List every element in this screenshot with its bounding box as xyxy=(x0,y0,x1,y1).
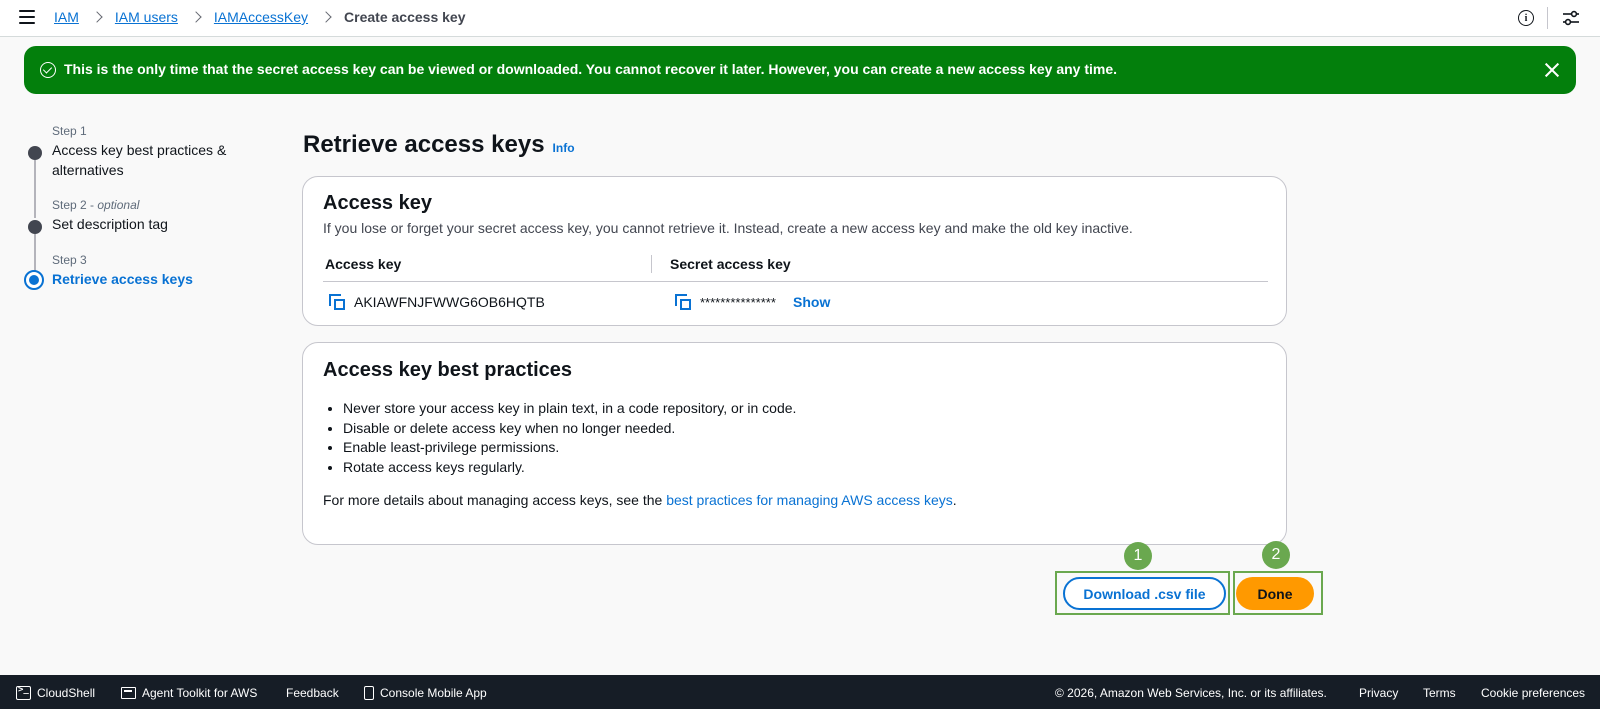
step-connector xyxy=(34,234,36,272)
step-connector xyxy=(34,160,36,218)
close-icon[interactable] xyxy=(1544,62,1560,78)
footer-period: . xyxy=(952,492,957,508)
terms-link[interactable]: Terms xyxy=(1423,686,1456,700)
step-number: Step 1 xyxy=(52,124,87,138)
chevron-right-icon xyxy=(322,11,330,23)
agent-toolkit-button[interactable]: Agent Toolkit for AWS xyxy=(121,686,257,700)
secret-key-masked: *************** xyxy=(700,295,776,310)
page-title: Retrieve access keys Info xyxy=(303,131,575,159)
best-practices-link[interactable]: best practices for managing AWS access k… xyxy=(666,492,953,508)
card-title: Access key xyxy=(323,192,432,214)
step-title: Retrieve access keys xyxy=(52,271,193,287)
page-title-text: Retrieve access keys xyxy=(303,131,545,158)
breadcrumb-user[interactable]: IAMAccessKey xyxy=(214,9,308,25)
show-secret-link[interactable]: Show xyxy=(793,294,830,310)
agent-toolkit-label: Agent Toolkit for AWS xyxy=(142,686,258,700)
list-item: Never store your access key in plain tex… xyxy=(343,399,796,419)
copyright-text: © 2026, Amazon Web Services, Inc. or its… xyxy=(1055,686,1327,700)
console-footer: CloudShell Agent Toolkit for AWS Feedbac… xyxy=(0,675,1600,709)
window-icon xyxy=(121,687,136,699)
best-practices-card: Access key best practices Never store yo… xyxy=(302,342,1287,545)
step-indicator xyxy=(28,220,42,234)
column-header-secret-key: Secret access key xyxy=(670,256,791,272)
step-active-indicator xyxy=(24,270,44,290)
access-key-card: Access key If you lose or forget your se… xyxy=(302,176,1287,326)
breadcrumb-iam[interactable]: IAM xyxy=(54,9,79,25)
header-rule xyxy=(323,281,1268,282)
cloudshell-label: CloudShell xyxy=(37,686,96,700)
top-nav-bar: IAM IAM users IAMAccessKey Create access… xyxy=(0,0,1600,37)
info-link[interactable]: Info xyxy=(553,141,575,155)
card-title: Access key best practices xyxy=(323,359,573,381)
menu-icon[interactable] xyxy=(19,10,35,24)
column-header-access-key: Access key xyxy=(325,256,402,272)
step-number: Step 3 xyxy=(52,253,87,267)
best-practices-list: Never store your access key in plain tex… xyxy=(343,399,796,477)
step-title: Set description tag xyxy=(52,216,168,232)
done-button[interactable]: Done xyxy=(1236,577,1314,610)
chevron-right-icon xyxy=(192,11,200,23)
settings-sliders-icon[interactable] xyxy=(1562,10,1580,26)
privacy-link[interactable]: Privacy xyxy=(1359,686,1398,700)
info-icon[interactable]: i xyxy=(1518,10,1534,26)
copy-secret-key-icon[interactable] xyxy=(675,294,691,310)
list-item: Rotate access keys regularly. xyxy=(343,458,796,478)
chevron-right-icon xyxy=(93,11,101,23)
annotation-badge-1: 1 xyxy=(1124,542,1152,570)
step-indicator xyxy=(28,146,42,160)
list-item: Enable least-privilege permissions. xyxy=(343,438,796,458)
breadcrumb-current: Create access key xyxy=(344,9,466,25)
column-divider xyxy=(651,255,652,273)
download-csv-button[interactable]: Download .csv file xyxy=(1063,577,1226,610)
footer-text: For more details about managing access k… xyxy=(323,492,667,508)
feedback-link[interactable]: Feedback xyxy=(286,686,339,700)
list-item: Disable or delete access key when no lon… xyxy=(343,419,796,439)
step-title: Access key best practices & alternatives xyxy=(52,142,227,178)
annotation-badge-2: 2 xyxy=(1262,541,1290,569)
copy-access-key-icon[interactable] xyxy=(329,294,345,310)
breadcrumb: IAM IAM users IAMAccessKey Create access… xyxy=(54,9,465,25)
breadcrumb-iam-users[interactable]: IAM users xyxy=(115,9,178,25)
check-circle-icon xyxy=(40,62,56,78)
mobile-phone-icon xyxy=(364,686,374,700)
mobile-app-link[interactable]: Console Mobile App xyxy=(364,686,487,700)
cookie-preferences-link[interactable]: Cookie preferences xyxy=(1481,686,1585,700)
success-flash-banner: This is the only time that the secret ac… xyxy=(24,46,1576,94)
cloudshell-button[interactable]: CloudShell xyxy=(16,685,96,700)
best-practices-footer: For more details about managing access k… xyxy=(323,492,957,508)
terminal-icon xyxy=(16,685,31,700)
access-key-value: AKIAWFNJFWWG6OB6HQTB xyxy=(354,294,545,310)
step-number: Step 2 - optional xyxy=(52,198,140,212)
flash-message: This is the only time that the secret ac… xyxy=(64,61,1118,77)
mobile-app-label: Console Mobile App xyxy=(380,686,487,700)
card-description: If you lose or forget your secret access… xyxy=(323,220,1133,236)
header-divider xyxy=(1547,7,1548,29)
